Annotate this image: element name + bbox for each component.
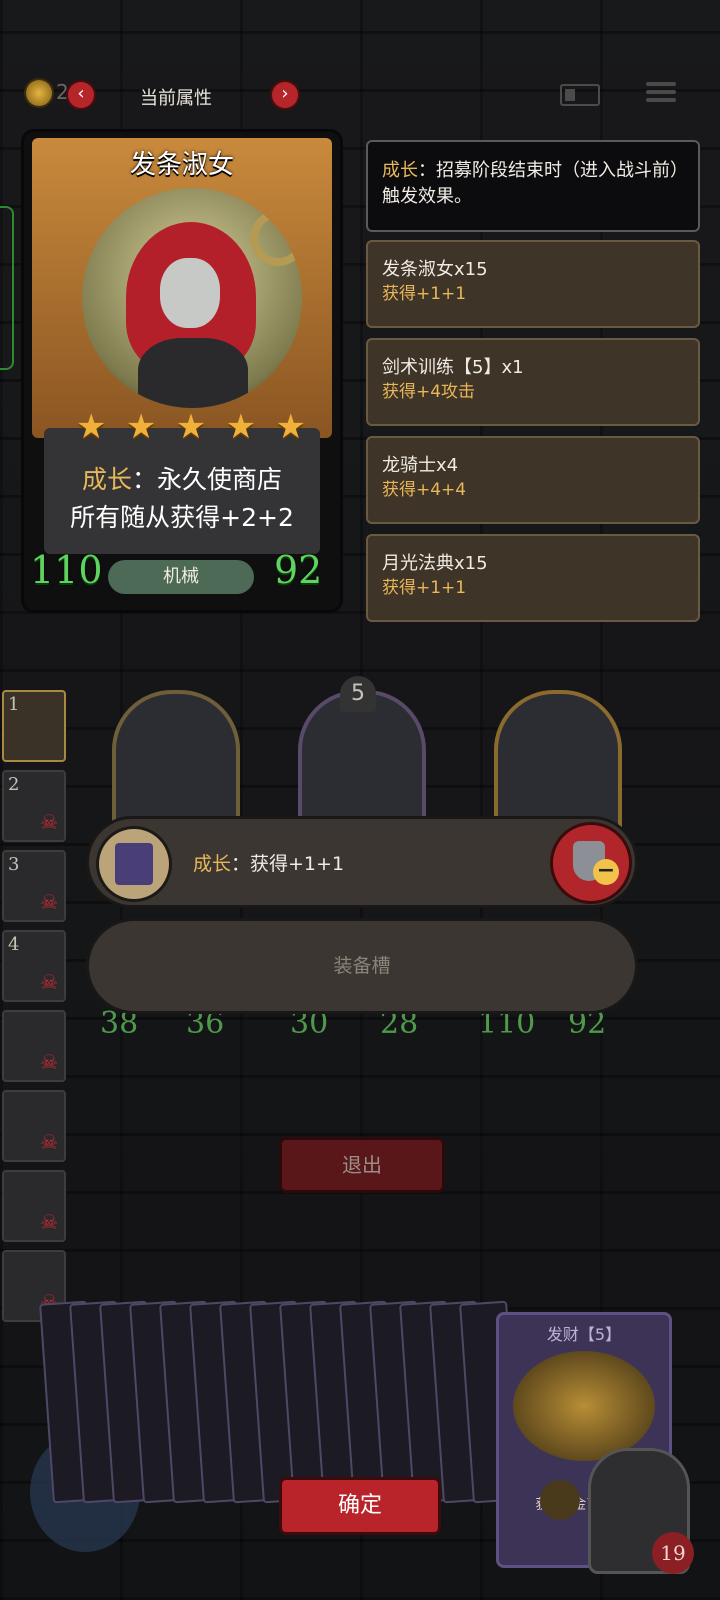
hero-portrait — [82, 188, 302, 408]
keyword: 成长 — [193, 853, 232, 875]
star-icon: ★ — [175, 407, 207, 447]
roster-slot[interactable]: ☠ — [2, 1010, 66, 1082]
roster-slot[interactable]: 4 ☠ — [2, 930, 66, 1002]
side-tab[interactable] — [0, 206, 14, 370]
tier-badge: 5 — [340, 676, 376, 712]
keyword: 成长 — [81, 465, 132, 494]
book-icon — [99, 829, 169, 899]
confirm-button[interactable]: 确定 — [282, 1480, 438, 1532]
attack-stat: 110 — [30, 548, 103, 592]
star-icon: ★ — [76, 407, 107, 447]
effect-value: 获得+4攻击 — [382, 382, 476, 402]
effect-list: 发条淑女x15 获得+1+1 剑术训练【5】x1 获得+4攻击 龙骑士x4 获得… — [366, 240, 700, 632]
slot-number: 1 — [8, 694, 20, 715]
roster-slot[interactable]: 1 — [2, 690, 66, 762]
slot-number: 4 — [8, 934, 20, 955]
skull-icon: ☠ — [40, 1210, 58, 1234]
slot-number: 2 — [8, 774, 20, 795]
effect-title: 发条淑女x15 — [382, 259, 488, 280]
exit-button[interactable]: 退出 — [282, 1140, 442, 1190]
portrait-body — [138, 338, 248, 408]
portrait-face — [160, 258, 220, 328]
card-description-line2: 所有随从获得+2+2 — [70, 503, 294, 532]
spell-card-name: 发财【5】 — [546, 1325, 622, 1344]
top-bar: 27 ‹ 当前属性 › — [0, 70, 720, 126]
roster-slot[interactable]: 2 ☠ — [2, 770, 66, 842]
desc-text: ：永久使商店 — [132, 465, 283, 494]
gold-coin-icon — [540, 1480, 580, 1520]
effect-title: 剑术训练【5】x1 — [382, 357, 524, 378]
skull-icon: ☠ — [40, 890, 58, 914]
effect-value: 获得+1+1 — [382, 284, 467, 304]
equipped-item[interactable]: 成长：获得+1+1 — [86, 816, 638, 908]
effect-item: 月光法典x15 获得+1+1 — [366, 534, 700, 622]
effect-title: 龙骑士x4 — [382, 455, 459, 476]
keyword: 成长 — [382, 160, 418, 181]
battery-icon — [560, 84, 600, 106]
skull-icon: ☠ — [40, 1050, 58, 1074]
skull-icon: ☠ — [40, 970, 58, 994]
effect-item: 龙骑士x4 获得+4+4 — [366, 436, 700, 524]
effect-item: 发条淑女x15 获得+1+1 — [366, 240, 700, 328]
roster-slot[interactable]: ☠ — [2, 1170, 66, 1242]
hero-card: 发条淑女 ★ ★ ★ ★ ★ 成长：永久使商店 所有随从获得+2+2 110 机… — [24, 132, 340, 610]
windup-key-icon — [250, 210, 302, 266]
card-description-line1: 成长：永久使商店 — [24, 460, 340, 496]
hero-health: 19 — [652, 1532, 694, 1574]
tribe-badge: 机械 — [108, 560, 254, 594]
menu-icon[interactable] — [646, 78, 676, 108]
effect-value: 获得+4+4 — [382, 480, 467, 500]
star-icon: ★ — [275, 407, 306, 447]
roster-slot[interactable]: 3 ☠ — [2, 850, 66, 922]
player-roster: 1 2 ☠ 3 ☠ 4 ☠ ☠ ☠ ☠ ☠ — [2, 690, 66, 1330]
effect-title: 月光法典x15 — [382, 553, 488, 574]
skull-icon: ☠ — [40, 1130, 58, 1154]
remove-shield-button[interactable] — [553, 825, 629, 901]
card-name: 发条淑女 — [129, 150, 234, 180]
gold-coin-icon — [26, 80, 52, 106]
slot-number: 3 — [8, 854, 20, 875]
roster-slot[interactable]: ☠ — [2, 1090, 66, 1162]
equipment-slot[interactable]: 装备槽 — [86, 918, 638, 1014]
effect-value: 获得+1+1 — [382, 578, 467, 598]
equip-effect: ：获得+1+1 — [231, 853, 345, 875]
star-icon: ★ — [125, 407, 157, 447]
chevron-right-icon[interactable]: › — [272, 82, 298, 108]
treasure-chest-icon — [513, 1351, 655, 1461]
star-icon: ★ — [225, 407, 257, 447]
star-rating: ★ ★ ★ ★ ★ — [76, 408, 306, 446]
skull-icon: ☠ — [40, 810, 58, 834]
info-text: ：招募阶段结束时（进入战斗前）触发效果。 — [382, 160, 679, 207]
chevron-left-icon[interactable]: ‹ — [68, 82, 94, 108]
health-stat: 92 — [274, 548, 323, 592]
keyword-info-panel: 成长：招募阶段结束时（进入战斗前）触发效果。 — [366, 140, 700, 232]
equip-text: 成长：获得+1+1 — [193, 849, 344, 876]
page-title: 当前属性 — [140, 88, 212, 109]
effect-item: 剑术训练【5】x1 获得+4攻击 — [366, 338, 700, 426]
